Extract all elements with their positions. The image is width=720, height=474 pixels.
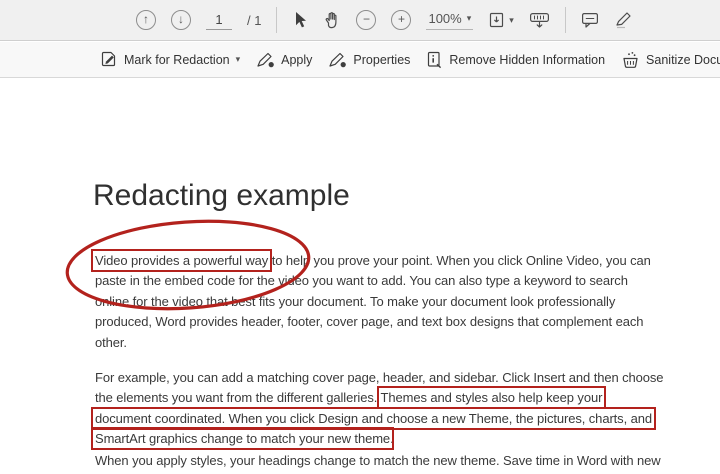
paragraph: For example, you can add a matching cove… [95, 368, 663, 450]
remove-hidden-information-label: Remove Hidden Information [449, 53, 605, 67]
main-toolbar: ↑ ↓ / 1 − + 100% ▾ ▾ [0, 0, 720, 41]
text-segment: to help you prove your point. When you c… [268, 253, 651, 268]
text-line: For example, you can add a matching cove… [95, 368, 663, 388]
page-number-input[interactable] [206, 10, 232, 30]
mark-for-redaction-label: Mark for Redaction [124, 53, 230, 67]
text-line: SmartArt graphics change to match your n… [95, 429, 663, 449]
properties-label: Properties [353, 53, 410, 67]
text-line: When you apply styles, your headings cha… [95, 451, 661, 471]
redaction-mark[interactable]: document coordinated. When you click Des… [95, 411, 652, 426]
hand-icon [322, 11, 341, 30]
text-segment: the elements you want from the different… [95, 390, 381, 405]
fit-width-icon [529, 12, 550, 29]
apply-label: Apply [281, 53, 312, 67]
scrolling-mode-button[interactable] [529, 12, 550, 29]
text-line: produced, Word provides header, footer, … [95, 312, 651, 332]
page-total-label: / 1 [247, 13, 261, 28]
text-segment: When you apply styles, your headings cha… [95, 453, 661, 468]
select-tool-button[interactable] [292, 11, 307, 29]
toolbar-divider [276, 7, 277, 33]
pdf-page: Redacting example Video provides a power… [0, 79, 720, 474]
fill-sign-tool-button[interactable] [614, 11, 632, 29]
zoom-out-button[interactable]: − [356, 10, 376, 30]
redaction-toolbar: Mark for Redaction ▾ Apply Properties [0, 42, 720, 78]
apply-redactions-button[interactable]: Apply [256, 52, 312, 68]
zoom-level-dropdown[interactable]: 100% ▾ [426, 11, 473, 30]
page-display-options-button[interactable]: ▾ [488, 12, 514, 29]
document-pencil-icon [100, 51, 118, 69]
remove-hidden-information-button[interactable]: Remove Hidden Information [426, 51, 605, 69]
document-info-icon [426, 51, 443, 69]
zoom-level-value: 100% [428, 11, 461, 26]
comment-bubble-icon [581, 12, 599, 29]
redaction-properties-button[interactable]: Properties [328, 52, 410, 68]
fit-page-icon [488, 12, 505, 29]
sanitize-document-label: Sanitize Document [646, 53, 720, 67]
red-circle-annotation [60, 216, 318, 315]
text-line: document coordinated. When you click Des… [95, 409, 663, 429]
acrobat-window: ↑ ↓ / 1 − + 100% ▾ ▾ [0, 0, 720, 474]
chevron-down-icon: ▾ [509, 16, 514, 25]
next-page-button[interactable]: ↓ [171, 10, 191, 30]
pen-dot-icon [328, 52, 347, 68]
zoom-in-button[interactable]: + [391, 10, 411, 30]
cursor-icon [292, 11, 307, 29]
document-title: Redacting example [93, 179, 350, 213]
pen-dot-icon [256, 52, 275, 68]
redaction-mark[interactable]: Themes and styles also help keep your [381, 390, 603, 405]
text-segment: produced, Word provides header, footer, … [95, 314, 643, 329]
mark-for-redaction-button[interactable]: Mark for Redaction ▾ [100, 51, 240, 69]
chevron-down-icon: ▾ [236, 55, 241, 64]
pen-icon [614, 11, 632, 29]
text-line: other. [95, 333, 651, 353]
hand-tool-button[interactable] [322, 11, 341, 30]
text-line: the elements you want from the different… [95, 388, 663, 408]
redaction-mark[interactable]: SmartArt graphics change to match your n… [95, 431, 390, 446]
sanitize-basket-icon [621, 51, 640, 69]
text-segment: other. [95, 335, 127, 350]
toolbar-divider [565, 7, 566, 33]
previous-page-button[interactable]: ↑ [136, 10, 156, 30]
sanitize-document-button[interactable]: Sanitize Document [621, 51, 720, 69]
paragraph: When you apply styles, your headings cha… [95, 451, 661, 471]
chevron-down-icon: ▾ [467, 14, 472, 23]
text-segment: For example, you can add a matching cove… [95, 370, 663, 385]
comment-tool-button[interactable] [581, 12, 599, 29]
text-segment: . [390, 431, 394, 446]
